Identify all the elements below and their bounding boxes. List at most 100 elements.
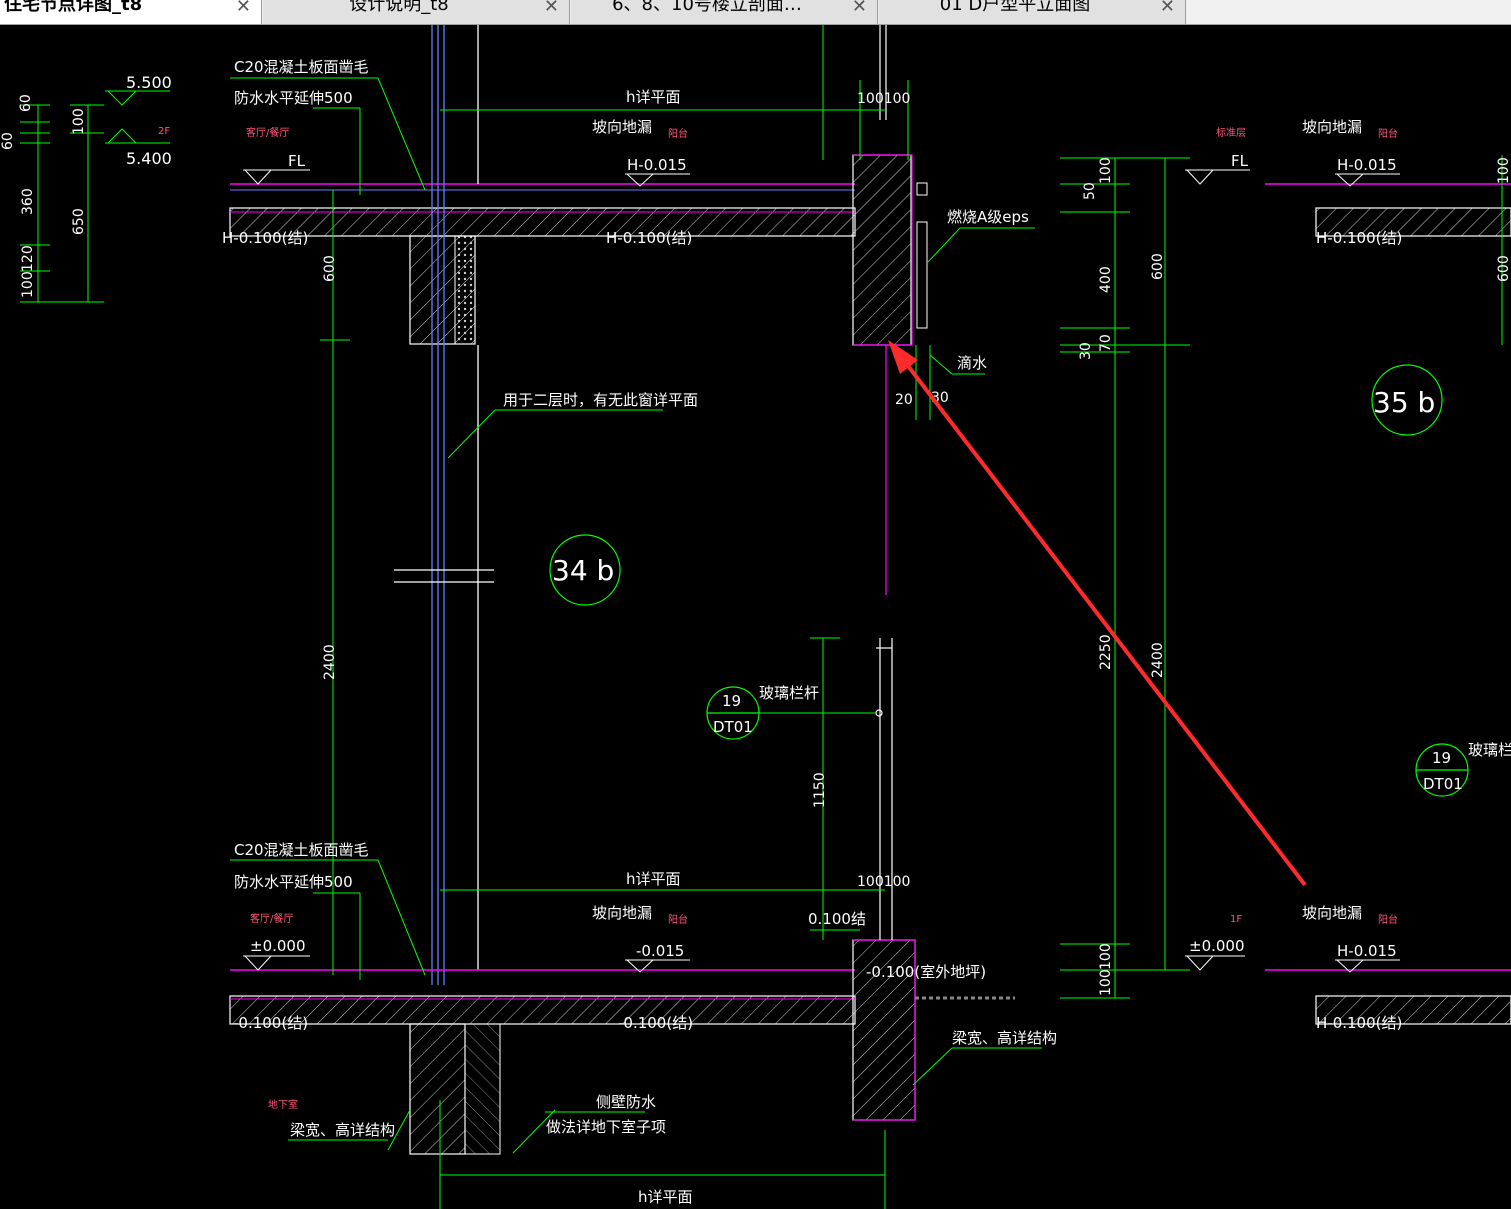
h0100-right-lower: H-0.100(结) <box>1316 1014 1402 1032</box>
drip-note: 滴水 <box>957 354 987 372</box>
upper-slab <box>229 154 928 346</box>
glass-railing-label: 玻璃栏杆 <box>759 684 819 702</box>
close-icon[interactable]: ✕ <box>852 0 867 18</box>
tab-floor-plan[interactable]: 01 D户型平立面图 ✕ <box>879 0 1186 24</box>
dim-text: 600 <box>1496 255 1511 282</box>
tab-elevations[interactable]: 6、8、10号楼立剖面… ✕ <box>571 0 878 24</box>
tab-label: 6、8、10号楼立剖面… <box>612 0 802 15</box>
tab-bar: 住宅节点详图_t8 ✕ 设计说明_t8 ✕ 6、8、10号楼立剖面… ✕ 01 … <box>0 0 1511 25</box>
fl-label-right: FL <box>1231 152 1249 170</box>
h0100-left: H-0.100(结) <box>222 229 308 247</box>
zero-level-left: ±0.000 <box>250 937 306 955</box>
close-icon[interactable]: ✕ <box>1160 0 1175 18</box>
red-pointer-arrow <box>888 340 1307 887</box>
outdoor-grade-label: -0.100(室外地坪) <box>866 963 986 981</box>
dim-text: 60 <box>18 94 34 112</box>
h0100-middle: H-0.100(结) <box>606 229 692 247</box>
c20-note-upper: C20混凝土板面凿毛 <box>234 58 369 76</box>
dim-text: 100 <box>1098 969 1114 996</box>
dim-text: 100 <box>20 271 36 298</box>
dim-text: 60 <box>0 132 16 150</box>
balcony-right-upper: 阳台 <box>1378 127 1398 140</box>
dim-text: 30 <box>1078 342 1094 360</box>
tab-label: 设计说明_t8 <box>349 0 449 15</box>
left-dimension-group <box>20 90 170 303</box>
std-floor-label: 标准层 <box>1216 127 1246 139</box>
tab-label: 住宅节点详图_t8 <box>4 0 143 15</box>
dim-text: 650 <box>71 208 87 235</box>
detail-34b: 34 b <box>552 554 614 587</box>
h0100-right-upper: H-0.100(结) <box>1316 229 1402 247</box>
dim-text: 20 <box>895 392 913 408</box>
dim-text: 2400 <box>322 644 338 680</box>
close-icon[interactable]: ✕ <box>236 0 251 18</box>
tab-details[interactable]: 住宅节点详图_t8 ✕ <box>0 0 262 24</box>
waterproof-note-upper: 防水水平延伸500 <box>234 89 353 107</box>
tab-design-notes[interactable]: 设计说明_t8 ✕ <box>263 0 570 24</box>
ref-sheet: DT01 <box>713 718 753 736</box>
beam-note-left: 梁宽、高详结构 <box>290 1121 395 1139</box>
slope-drain-upper: 坡向地漏 <box>592 118 652 136</box>
window-wall <box>394 25 494 985</box>
floor-2f-label: 2F <box>158 126 170 137</box>
elevation-5500: 5.500 <box>126 73 172 92</box>
dim-text: 360 <box>20 188 36 215</box>
m0100-left: -0.100(结) <box>233 1014 308 1032</box>
floor-1f-label: 1F <box>1230 914 1242 925</box>
dim-text: 600 <box>322 255 338 282</box>
balcony-right-lower: 阳台 <box>1378 913 1398 926</box>
dim-text: 100100 <box>857 874 910 890</box>
dim-text: 2400 <box>1150 642 1166 678</box>
cad-drawing-canvas[interactable]: 5.500 5.400 2F 60 100 60 360 100 120 650 <box>0 25 1511 1209</box>
slab-0100-label: 0.100结 <box>808 910 866 928</box>
waterproof-note-lower: 防水水平延伸500 <box>234 873 353 891</box>
eps-note: 燃烧A级eps <box>947 208 1029 226</box>
dim-text: 50 <box>1082 182 1098 200</box>
slope-drain-right-upper: 坡向地漏 <box>1302 118 1362 136</box>
beam-note-right: 梁宽、高详结构 <box>952 1029 1057 1047</box>
ref-sheet-right: DT01 <box>1423 775 1463 793</box>
slope-drain-lower: 坡向地漏 <box>592 904 652 922</box>
dim-text: 1150 <box>812 772 828 808</box>
m0100-middle: -0.100(结) <box>618 1014 693 1032</box>
detail-callouts <box>549 364 1469 797</box>
dim-text: 100 <box>1496 157 1511 184</box>
glass-railing-label-right: 玻璃栏杆 <box>1468 741 1511 759</box>
detail-35b: 35 b <box>1373 386 1435 419</box>
balcony-lower: 阳台 <box>668 913 688 926</box>
close-icon[interactable]: ✕ <box>544 0 559 18</box>
left-dim-texts: 60 100 60 360 100 120 650 <box>0 94 87 298</box>
right-dimensions <box>1060 155 1503 999</box>
tab-label: 01 D户型平立面图 <box>939 0 1091 15</box>
side-waterproof-detail: 做法详地下室子项 <box>546 1118 666 1136</box>
fl-label-left: FL <box>288 152 306 170</box>
dim-text: 120 <box>20 245 36 272</box>
h0015-right-lower: H-0.015 <box>1337 942 1397 960</box>
ref-number-right: 19 <box>1432 749 1451 767</box>
dim-text: 400 <box>1098 266 1114 293</box>
zero-level-right: ±0.000 <box>1189 937 1245 955</box>
elevation-5400: 5.400 <box>126 149 172 168</box>
h-plan-label-upper: h详平面 <box>626 88 681 106</box>
basement-label: 地下室 <box>268 1098 298 1111</box>
ref-number: 19 <box>722 692 741 710</box>
right-slab <box>1265 183 1511 1025</box>
h0015-upper: H-0.015 <box>627 156 687 174</box>
h-plan-label-bottom: h详平面 <box>638 1188 693 1206</box>
dim-text: 100 <box>1098 943 1114 970</box>
side-waterproof-label: 侧壁防水 <box>596 1093 656 1111</box>
c20-note-lower: C20混凝土板面凿毛 <box>234 841 369 859</box>
h-plan-label-lower: h详平面 <box>626 870 681 888</box>
dim-text: 70 <box>1098 334 1114 352</box>
dim-text: 600 <box>1150 253 1166 280</box>
dim-text: 100 <box>1098 157 1114 184</box>
left-labels: 5.500 5.400 2F <box>126 73 172 168</box>
dim-text: 2250 <box>1098 634 1114 670</box>
room-label-upper: 客厅/餐厅 <box>246 126 289 139</box>
m0015-label: -0.015 <box>636 942 684 960</box>
dim-text: 100100 <box>857 91 910 107</box>
h0015-right-upper: H-0.015 <box>1337 156 1397 174</box>
dim-text: 100 <box>71 108 87 135</box>
balcony-upper: 阳台 <box>668 127 688 140</box>
room-label-lower: 客厅/餐厅 <box>250 912 293 925</box>
